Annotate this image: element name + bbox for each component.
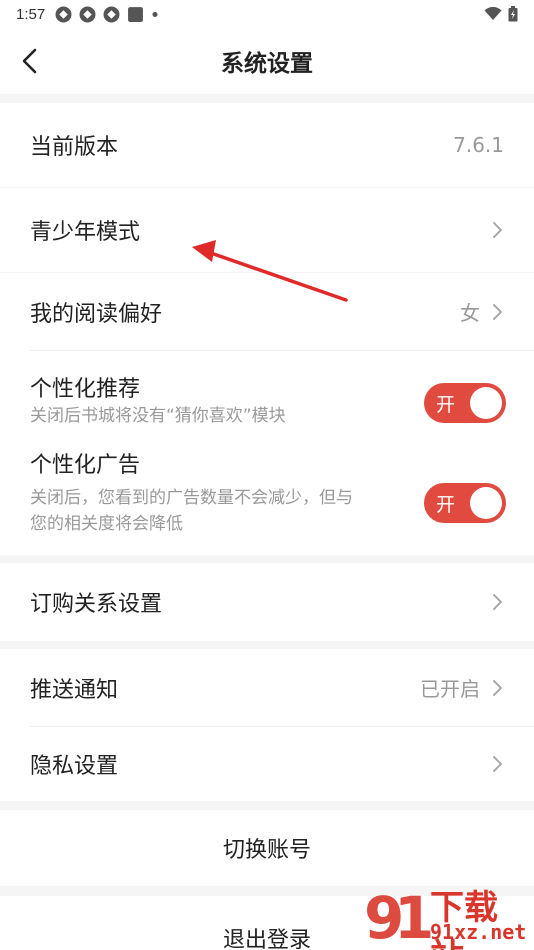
personal-rec-toggle[interactable]: 开 (424, 383, 506, 423)
push-right: 已开启 (420, 673, 504, 702)
preferences-group: 我的阅读偏好 女 个性化推荐 关闭后书城将没有“猜你喜欢”模块 开 个性化广告 … (0, 273, 534, 555)
watermark-url: 91xz.net (430, 920, 527, 944)
version-value: 7.6.1 (453, 133, 504, 157)
push-row[interactable]: 推送通知 已开启 (0, 649, 534, 726)
push-value: 已开启 (420, 677, 480, 701)
subscription-label: 订购关系设置 (30, 592, 163, 617)
chevron-right-icon (493, 756, 502, 772)
reading-pref-row[interactable]: 我的阅读偏好 女 (0, 273, 534, 350)
status-time: 1:57 (16, 5, 46, 23)
back-arrow-icon (22, 48, 37, 74)
subscription-row[interactable]: 订购关系设置 (0, 563, 534, 641)
version-value-wrap: 7.6.1 (453, 133, 504, 157)
version-group: 当前版本 7.6.1 (0, 103, 534, 187)
reading-pref-right: 女 (460, 297, 504, 326)
square-notification-icon (128, 6, 144, 22)
personal-rec-desc: 关闭后书城将没有“猜你喜欢”模块 (30, 406, 286, 426)
reading-pref-value: 女 (460, 301, 480, 325)
toggle-on-label: 开 (436, 494, 456, 516)
personal-rec-row: 个性化推荐 关闭后书城将没有“猜你喜欢”模块 开 (0, 351, 534, 443)
toggle-on-label: 开 (436, 394, 456, 416)
personal-ads-row: 个性化广告 关闭后，您看到的广告数量不会减少，但与 您的相关度将会降低 开 (0, 443, 534, 555)
teen-mode-right (492, 221, 504, 239)
app-notification-icon (79, 6, 96, 22)
app-header: 系统设置 (0, 28, 534, 94)
reading-pref-label: 我的阅读偏好 (30, 301, 163, 327)
toggle-knob (470, 487, 502, 519)
back-button[interactable] (14, 45, 44, 77)
privacy-label: 隐私设置 (30, 754, 119, 779)
chevron-right-icon (493, 222, 502, 238)
app-notification-icon (103, 6, 120, 22)
personal-ads-toggle[interactable]: 开 (424, 483, 506, 523)
version-label: 当前版本 (30, 135, 119, 160)
version-row: 当前版本 7.6.1 (0, 103, 534, 187)
teen-mode-label: 青少年模式 (30, 220, 141, 245)
more-notifications-dot-icon (152, 11, 158, 17)
watermark-logo: 9 1 下载站 91xz.net (364, 882, 528, 950)
switch-account-group: 切换账号 (0, 810, 534, 886)
chevron-right-icon (493, 594, 502, 610)
teen-mode-group: 青少年模式 (0, 188, 534, 272)
personal-ads-label: 个性化广告 (30, 453, 141, 478)
subscription-right (492, 593, 504, 611)
svg-text:1: 1 (394, 884, 434, 946)
battery-icon (508, 6, 518, 22)
toggle-knob (470, 387, 502, 419)
subscription-group: 订购关系设置 (0, 563, 534, 641)
page-title: 系统设置 (221, 51, 313, 77)
privacy-row[interactable]: 隐私设置 (0, 727, 534, 801)
chevron-right-icon (493, 303, 502, 320)
push-label: 推送通知 (30, 677, 119, 703)
teen-mode-row[interactable]: 青少年模式 (0, 188, 534, 272)
switch-account-button[interactable]: 切换账号 (0, 810, 534, 886)
app-notification-icon (55, 6, 72, 22)
privacy-right (492, 755, 504, 773)
chevron-right-icon (493, 679, 502, 696)
wifi-icon (484, 7, 502, 20)
status-bar: 1:57 (0, 0, 534, 28)
notifications-group: 推送通知 已开启 隐私设置 (0, 649, 534, 801)
